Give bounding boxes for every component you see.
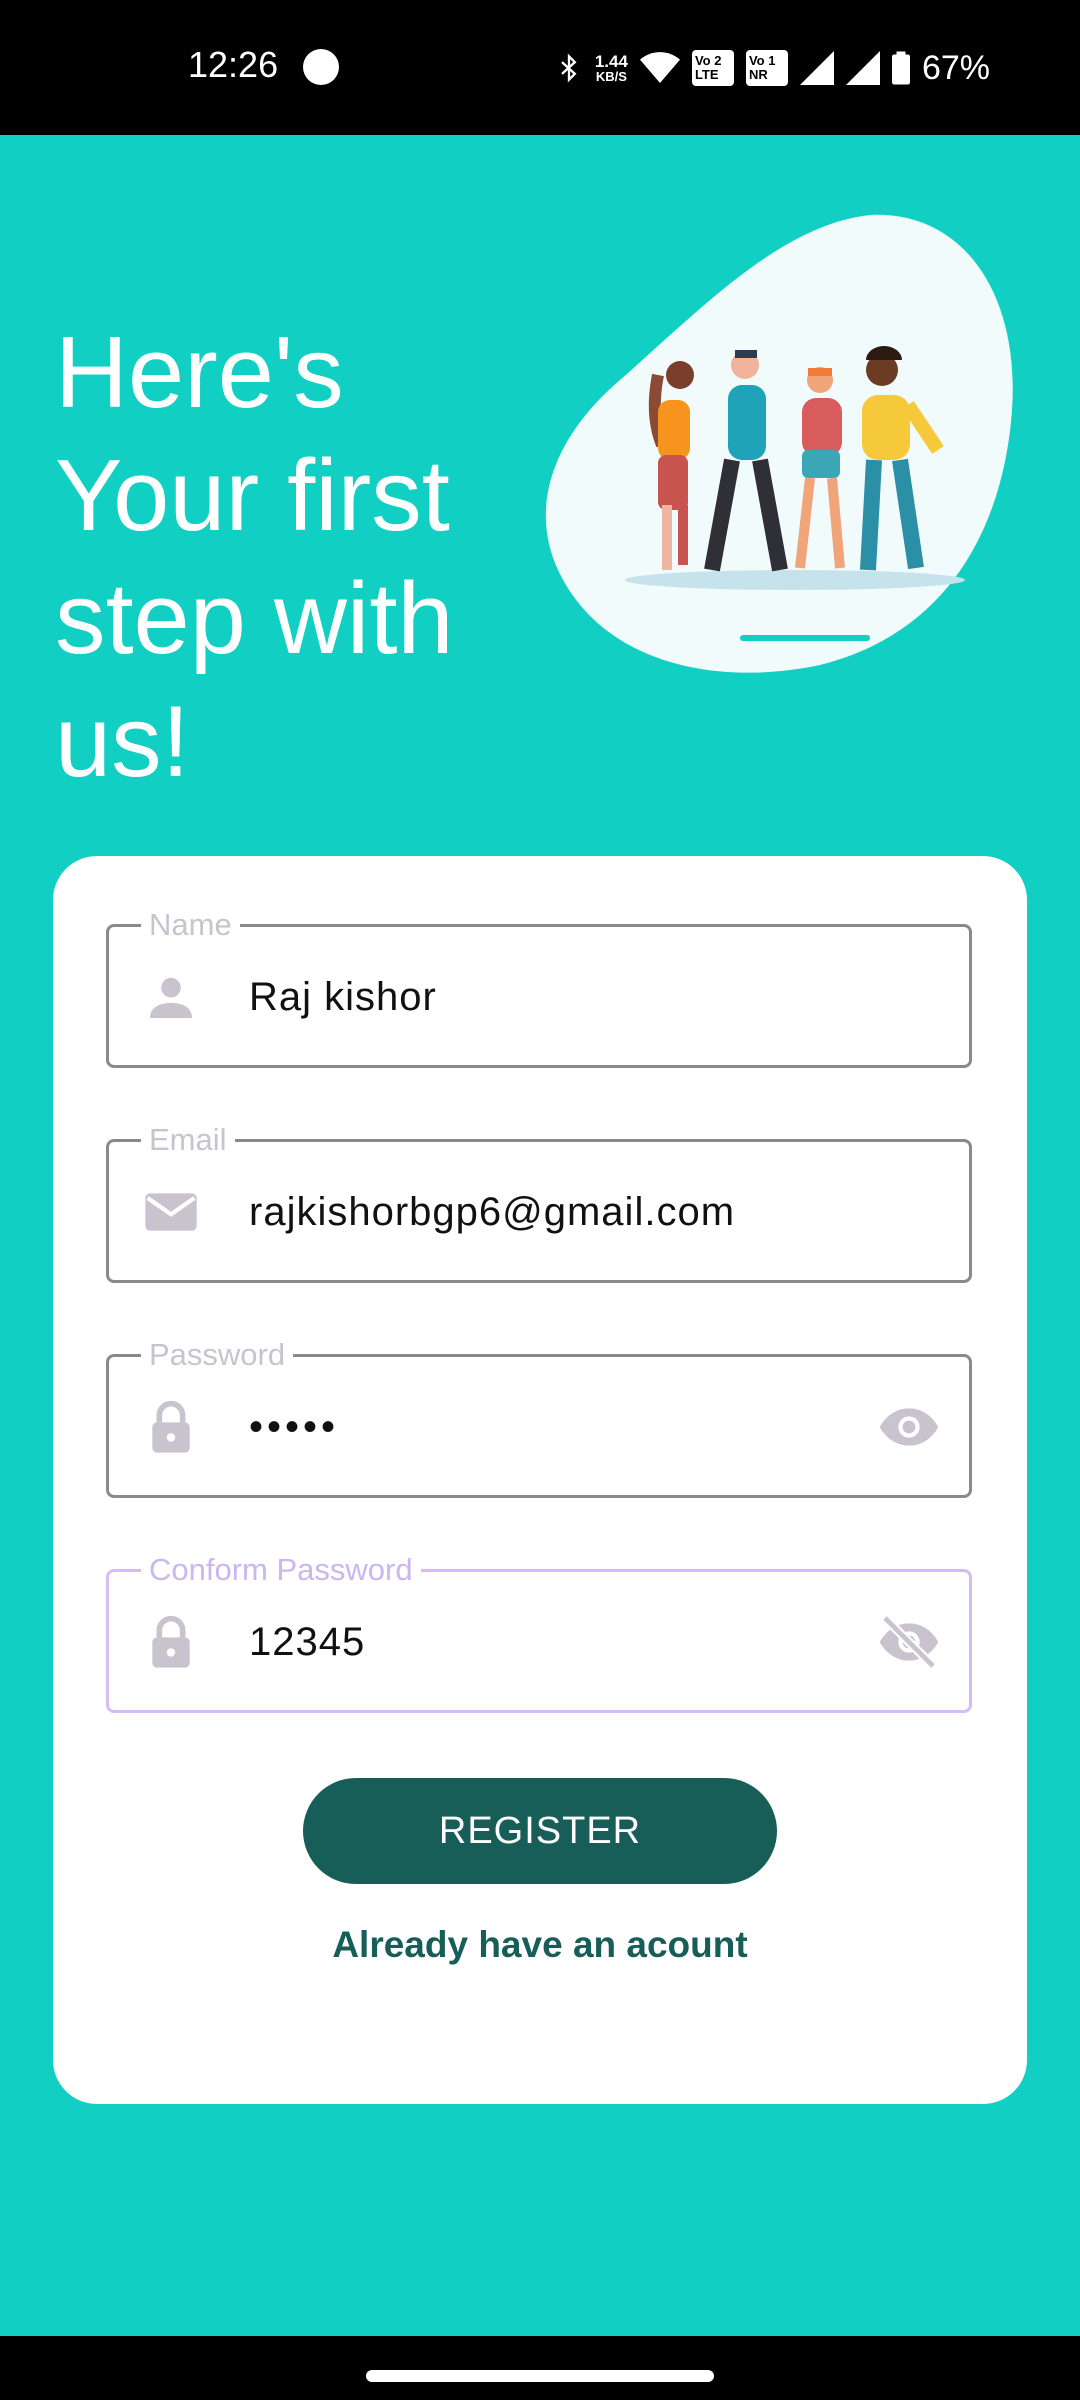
people-illustration <box>545 214 1013 673</box>
confirm-password-label: Conform Password <box>141 1552 421 1588</box>
page-headline: Here's Your first step with us! <box>55 317 454 798</box>
wifi-icon <box>639 52 680 83</box>
signal-icon-2 <box>845 51 880 85</box>
sim1-badge: Vo 2 LTE <box>691 50 734 86</box>
network-speed: 1.44 KB/S <box>595 53 628 83</box>
confirm-password-field[interactable]: Conform Password 12345 <box>106 1552 972 1713</box>
password-value: ••••• <box>249 1405 340 1449</box>
email-field[interactable]: Email rajkishorbgp6@gmail.com <box>106 1122 972 1283</box>
sim1-label: Vo 2 LTE <box>694 53 722 82</box>
network-speed-value: 1.44 <box>594 52 628 71</box>
battery-percentage: 67% <box>921 48 990 87</box>
sim2-badge: Vo 1 NR <box>745 50 788 86</box>
status-icons: 1.44 KB/S Vo 2 LTE Vo 1 NR 67% <box>555 40 990 96</box>
battery-icon <box>891 51 910 85</box>
sim2-label: Vo 1 NR <box>748 53 776 82</box>
signal-icon <box>799 51 834 85</box>
mail-icon <box>145 1193 197 1231</box>
navigation-bar <box>0 2336 1080 2400</box>
eye-off-icon[interactable] <box>877 1610 941 1674</box>
login-link[interactable]: Already have an acount <box>53 1924 1027 1966</box>
name-label: Name <box>141 907 240 943</box>
password-label: Password <box>141 1337 294 1373</box>
lock-icon <box>152 1615 190 1668</box>
confirm-password-value: 12345 <box>249 1620 366 1664</box>
eye-icon[interactable] <box>877 1395 941 1459</box>
register-card: Name Raj kishor Email rajkishorbgp6@gmai… <box>53 856 1027 2104</box>
email-label: Email <box>141 1122 235 1158</box>
lock-icon <box>152 1400 190 1453</box>
notification-dot-icon <box>303 49 339 85</box>
person-icon <box>150 977 192 1018</box>
network-speed-unit: KB/S <box>595 69 627 84</box>
password-field[interactable]: Password ••••• <box>106 1337 972 1498</box>
status-bar: 12:26 1.44 KB/S Vo 2 LTE Vo 1 NR 67% <box>0 0 1080 135</box>
bluetooth-icon <box>561 53 577 83</box>
email-value: rajkishorbgp6@gmail.com <box>249 1190 736 1234</box>
name-field[interactable]: Name Raj kishor <box>106 907 972 1068</box>
status-time: 12:26 <box>188 44 279 85</box>
register-button[interactable]: REGISTER <box>303 1778 777 1884</box>
home-gesture-handle[interactable] <box>366 2370 714 2382</box>
name-value: Raj kishor <box>249 975 437 1019</box>
